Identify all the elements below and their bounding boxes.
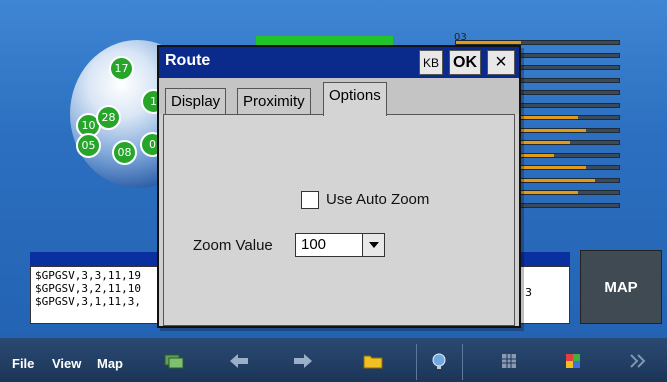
tab-options[interactable]: Options bbox=[323, 82, 387, 116]
map-button[interactable]: MAP bbox=[580, 250, 662, 324]
satellite-marker: 08 bbox=[112, 140, 137, 165]
toolbar-separator bbox=[416, 344, 417, 380]
more-chevron-icon[interactable] bbox=[628, 352, 650, 370]
satellite-marker: 05 bbox=[76, 133, 101, 158]
keyboard-button[interactable]: KB bbox=[419, 50, 443, 75]
dialog-titlebar: Route KB OK × bbox=[159, 47, 519, 78]
menu-view[interactable]: View bbox=[52, 356, 81, 371]
folder-icon[interactable] bbox=[362, 352, 384, 370]
options-panel: Use Auto Zoom Zoom Value 100 bbox=[163, 114, 515, 326]
back-arrow-icon[interactable] bbox=[228, 352, 250, 370]
satellite-marker: 17 bbox=[109, 56, 134, 81]
zoom-value-label: Zoom Value bbox=[193, 237, 273, 254]
signal-level-fill bbox=[456, 41, 522, 44]
use-auto-zoom-checkbox[interactable] bbox=[301, 191, 319, 209]
menu-file[interactable]: File bbox=[12, 356, 34, 371]
zoom-value-select[interactable]: 100 bbox=[295, 233, 385, 257]
zoom-value-text: 100 bbox=[301, 236, 327, 253]
signal-strip bbox=[256, 36, 393, 45]
dialog-title: Route bbox=[165, 52, 211, 69]
tab-proximity[interactable]: Proximity bbox=[237, 88, 311, 115]
forward-arrow-icon[interactable] bbox=[292, 352, 314, 370]
color-grid-icon[interactable] bbox=[562, 352, 584, 370]
close-button[interactable]: × bbox=[487, 50, 515, 75]
satellite-marker: 28 bbox=[96, 105, 121, 130]
toolbar-separator bbox=[462, 344, 463, 380]
menu-map[interactable]: Map bbox=[97, 356, 123, 371]
layers-icon[interactable] bbox=[163, 352, 185, 370]
nmea-trailing-text: 3 bbox=[525, 286, 532, 299]
grid-icon[interactable] bbox=[498, 352, 520, 370]
dropdown-arrow-icon[interactable] bbox=[362, 234, 384, 256]
gps-globe-icon[interactable] bbox=[428, 352, 450, 370]
tab-display[interactable]: Display bbox=[165, 88, 227, 115]
use-auto-zoom-label: Use Auto Zoom bbox=[326, 191, 430, 208]
route-dialog: Route KB OK × Display Proximity Use Auto… bbox=[157, 45, 521, 328]
ok-button[interactable]: OK bbox=[449, 50, 481, 75]
